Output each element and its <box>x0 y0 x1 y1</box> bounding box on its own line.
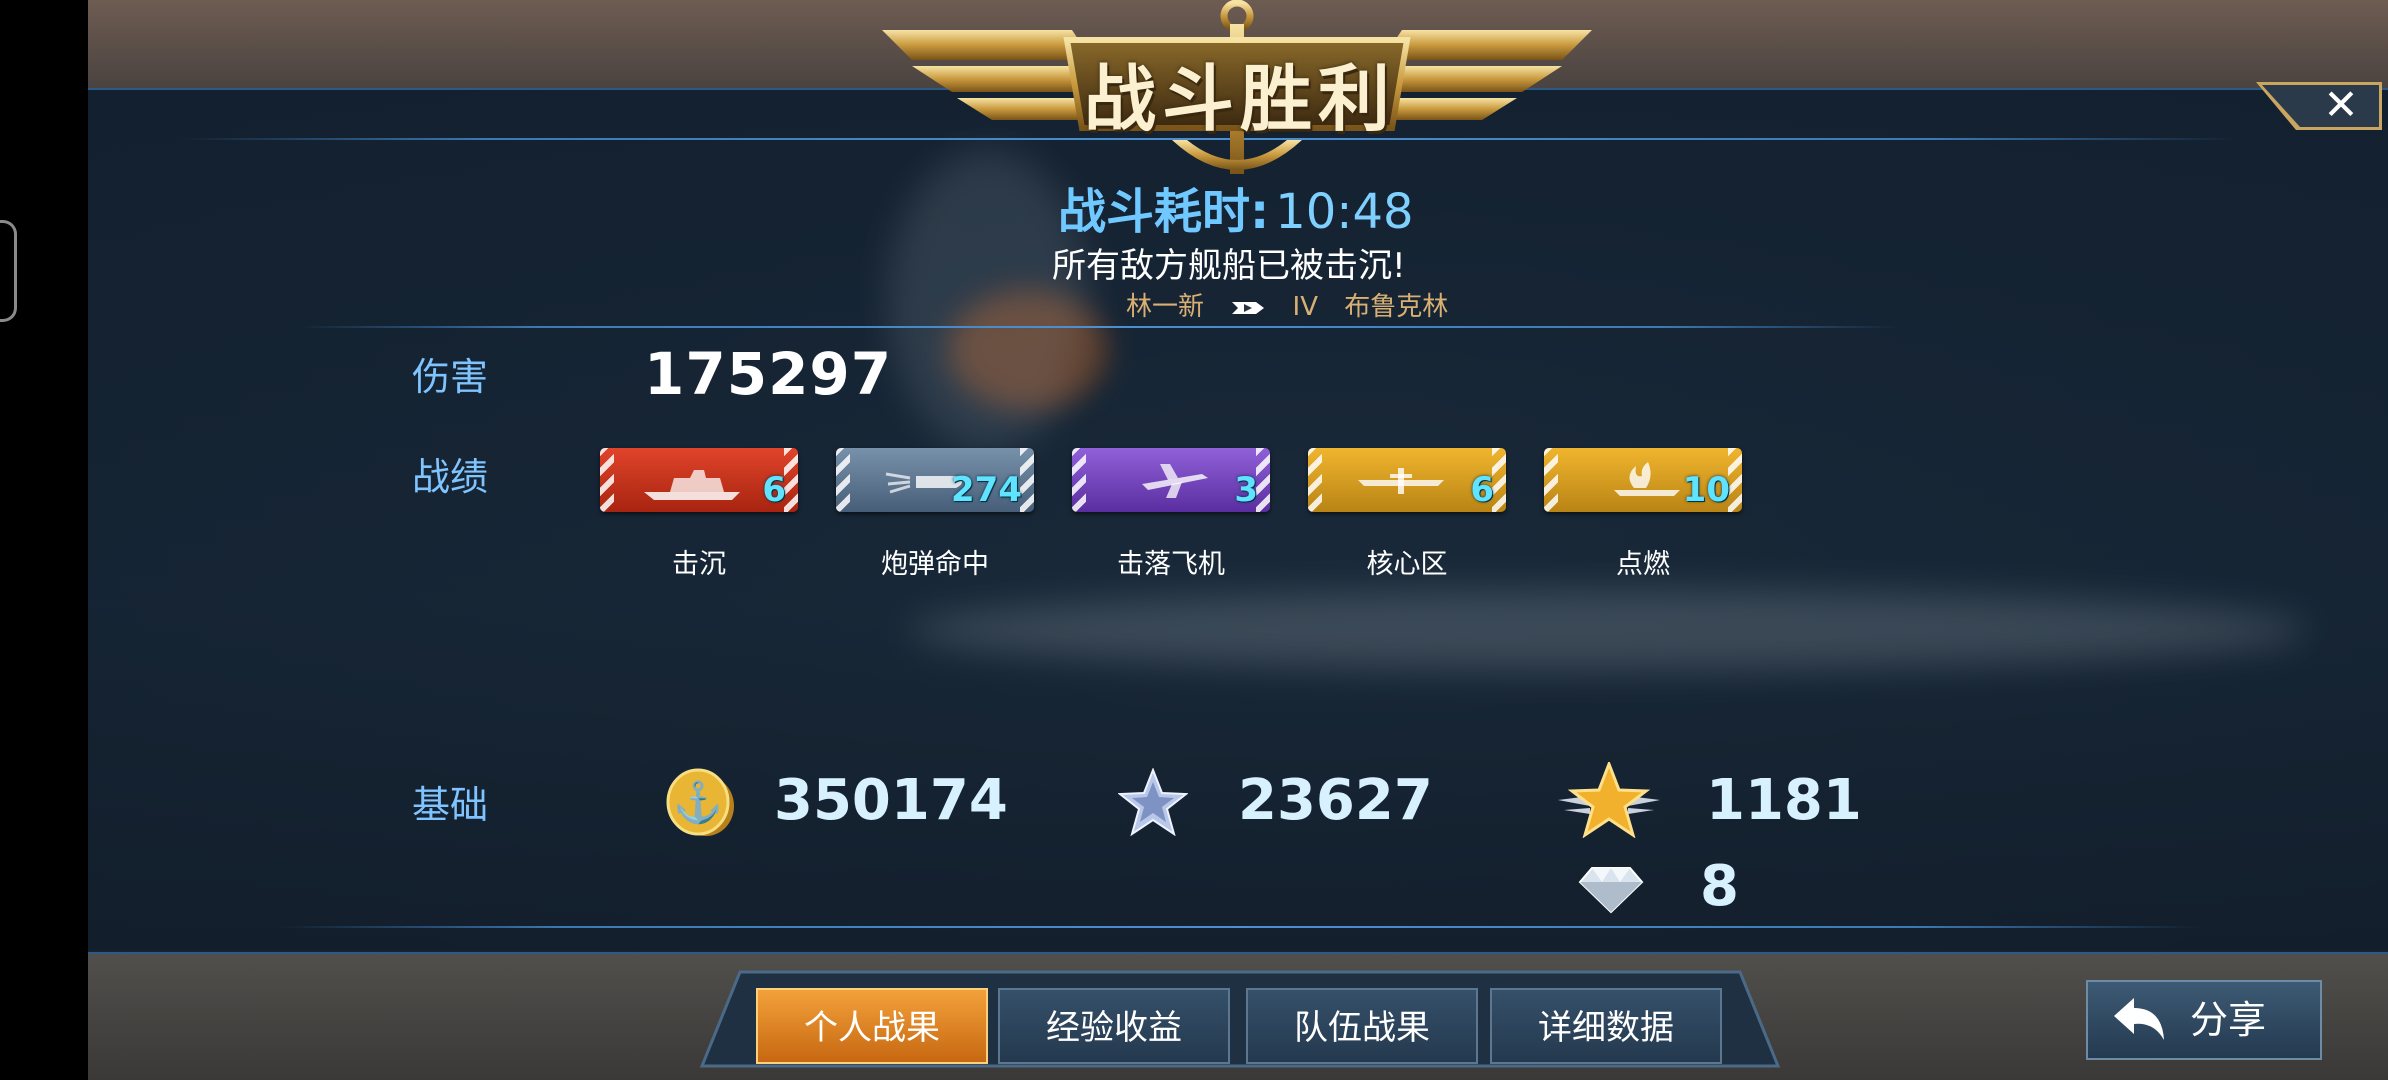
damage-value: 175297 <box>644 340 893 408</box>
diamond-icon <box>1578 867 1644 914</box>
gold-coin-icon: ⚓ <box>666 768 734 836</box>
badge-citadel: 6 <box>1308 448 1506 512</box>
gold-star-wings-icon <box>1558 762 1660 838</box>
tab-team-results[interactable]: 队伍战果 <box>1246 988 1478 1064</box>
svg-text:⚓: ⚓ <box>673 779 723 826</box>
share-label[interactable]: 分享 <box>2190 988 2266 1052</box>
citadel-icon <box>1358 468 1444 494</box>
player-info: 林一新 IV 布鲁克林 <box>1126 286 1466 323</box>
side-handle <box>0 220 17 322</box>
record-label: 战绩 <box>412 455 489 499</box>
tab-detailed-data[interactable]: 详细数据 <box>1490 988 1722 1064</box>
damage-label: 伤害 <box>412 355 489 399</box>
divider-bottom <box>280 926 2200 928</box>
badge-fire-count: 10 <box>1682 470 1730 510</box>
tab-personal-results[interactable]: 个人战果 <box>756 988 988 1064</box>
fire-icon <box>1614 462 1680 496</box>
battle-time: 战斗耗时: 10:48 <box>1058 172 1414 242</box>
badge-planes: 3 <box>1072 448 1270 512</box>
badge-hits: 274 <box>836 448 1034 512</box>
player-name: 林一新 <box>1126 292 1205 322</box>
badge-fire-label: 点燃 <box>1616 549 1670 580</box>
credits-value: 350174 <box>774 768 1008 833</box>
silver-star-icon <box>1118 768 1188 836</box>
tab-experience-earnings[interactable]: 经验收益 <box>998 988 1230 1064</box>
badge-fire: 10 <box>1544 448 1742 512</box>
battle-time-label: 战斗耗时: <box>1058 184 1270 240</box>
divider-mid <box>300 326 1900 328</box>
ship-class-icon <box>1232 301 1265 314</box>
battle-result-text: 所有敌方舰船已被击沉! <box>1052 246 1406 286</box>
badge-planes-label: 击落飞机 <box>1117 549 1225 580</box>
badge-planes-count: 3 <box>1234 470 1258 510</box>
phone-side-bar <box>0 0 88 1080</box>
ship-tier: IV <box>1292 292 1319 322</box>
badge-hits-count: 274 <box>951 470 1022 510</box>
base-label: 基础 <box>412 783 489 827</box>
plane-icon <box>1142 464 1208 498</box>
ship-name: 布鲁克林 <box>1344 292 1449 322</box>
victory-title: 战斗胜利 <box>1083 56 1396 141</box>
badge-citadel-label: 核心区 <box>1366 549 1448 580</box>
badge-hits-label: 炮弹命中 <box>881 549 989 580</box>
back-arrow-icon <box>2114 998 2164 1040</box>
badge-citadel-count: 6 <box>1470 470 1494 510</box>
warship-icon <box>644 470 740 500</box>
captain-exp-value: 1181 <box>1706 768 1862 833</box>
badge-sunk: 6 <box>600 448 798 512</box>
badge-sunk-label: 击沉 <box>672 549 726 580</box>
battle-time-value: 10:48 <box>1275 184 1414 240</box>
badge-sunk-count: 6 <box>762 470 786 510</box>
experience-value: 23627 <box>1238 768 1433 833</box>
diamonds-value: 8 <box>1700 854 1739 919</box>
close-icon[interactable]: ✕ <box>2318 82 2364 128</box>
